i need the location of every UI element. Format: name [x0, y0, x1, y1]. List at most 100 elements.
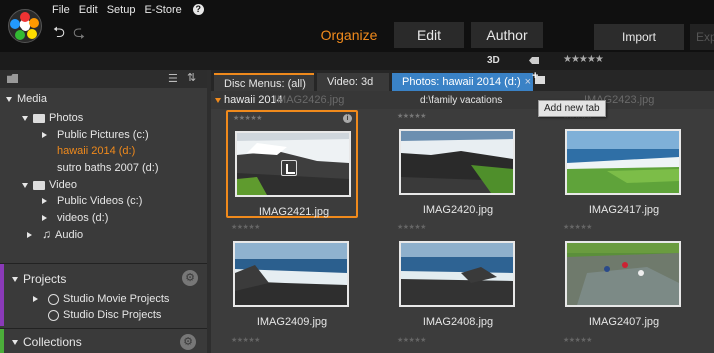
tree-public-pictures[interactable]: Public Pictures (c:) [42, 127, 149, 143]
expand-icon [12, 277, 18, 283]
cliff-photo [235, 243, 347, 305]
photo-thumbnail[interactable] [399, 241, 515, 307]
music-note-icon: ♫ [42, 227, 51, 241]
library-browser: Disc Menus: (all) Video: 3d Photos: hawa… [211, 70, 714, 353]
import-button[interactable]: Import [594, 24, 684, 50]
folder-add-icon[interactable] [7, 74, 18, 83]
expand-icon [22, 115, 28, 121]
location-current[interactable]: hawaii 2014 [215, 94, 283, 106]
app-logo-icon[interactable] [8, 9, 42, 43]
add-tab-button[interactable]: + [532, 70, 546, 86]
menu-estore[interactable]: E-Store [144, 4, 181, 16]
thumbnail-cell[interactable]: ★★★★★ IMAG2417.jpg [558, 110, 690, 218]
menu-file[interactable]: File [52, 4, 70, 16]
collections-settings-icon[interactable]: ⚙ [180, 334, 196, 350]
rating-stars[interactable]: ★★★★★ [563, 336, 592, 344]
library-navigator: ☰ ⇅ Media Photos Public Pictures (c:) ha… [0, 70, 207, 353]
close-tab-icon[interactable]: × [525, 76, 531, 88]
thumbnail-caption: IMAG2408.jpg [422, 316, 494, 328]
projects-stripe [0, 264, 4, 326]
rocks-photo [401, 243, 513, 305]
collections-stripe [0, 329, 4, 353]
collapse-icon [42, 198, 47, 205]
shoreline-photo [567, 131, 679, 193]
menu-setup[interactable]: Setup [107, 4, 136, 16]
tab-video-3d[interactable]: Video: 3d [317, 73, 389, 91]
redo-icon[interactable]: ⮎ [73, 22, 85, 47]
tooltip: Add new tab [538, 100, 606, 117]
tab-author[interactable]: Author [471, 22, 543, 48]
thumbnail-caption: IMAG2417.jpg [588, 204, 660, 216]
photo-thumbnail[interactable] [399, 129, 515, 195]
disc-icon [48, 309, 59, 321]
camera-icon [33, 113, 45, 123]
thumbnail-caption: IMAG2407.jpg [588, 316, 660, 328]
collapse-icon [33, 296, 38, 303]
thumbnail-cell[interactable]: IMAG2408.jpg [392, 222, 524, 330]
tree-movie-projects[interactable]: Studio Movie Projects [33, 291, 169, 307]
tree-photos[interactable]: Photos [22, 110, 83, 126]
tree-audio[interactable]: ♫ Audio [27, 226, 83, 242]
expand-icon [12, 340, 18, 346]
photo-thumbnail[interactable] [565, 241, 681, 307]
tidepool-photo [567, 243, 679, 305]
sort-icon[interactable]: ⇅ [187, 71, 196, 84]
info-icon[interactable]: i [343, 114, 352, 123]
tree-disc-projects[interactable]: Studio Disc Projects [48, 307, 161, 323]
rating-stars[interactable]: ★★★★★ [233, 114, 262, 122]
photo-thumbnail[interactable] [565, 129, 681, 195]
thumbnail-cell[interactable]: IMAG2407.jpg [558, 222, 690, 330]
plus-icon: + [532, 70, 539, 82]
projects-panel: Projects ⚙ Studio Movie Projects Studio … [0, 263, 207, 326]
menu-bar: File Edit Setup E-Store ? [52, 4, 204, 16]
location-bar: hawaii 2014 IMAG2426.jpg d:\family vacat… [211, 91, 714, 109]
expand-icon [22, 182, 28, 188]
export-button[interactable]: Exp [690, 24, 714, 50]
undo-icon[interactable]: ⮌ [53, 22, 65, 47]
help-icon[interactable]: ? [192, 4, 204, 15]
thumbnail-cell[interactable]: ★★★★★ i IMAG2421.jpg [226, 110, 358, 218]
film-reel-icon [48, 293, 59, 305]
projects-settings-icon[interactable]: ⚙ [182, 270, 198, 286]
thumbnail-caption: IMAG2421.jpg [258, 206, 330, 218]
thumbnail-caption: IMAG2420.jpg [422, 204, 494, 216]
edited-badge-icon [281, 160, 297, 176]
menu-edit[interactable]: Edit [79, 4, 98, 16]
thumbnail-cell[interactable]: IMAG2409.jpg [226, 222, 358, 330]
tag-icon[interactable] [529, 57, 539, 64]
tree-media[interactable]: Media [6, 91, 47, 107]
collections-panel: Collections ⚙ [0, 328, 207, 353]
collapse-icon [27, 232, 32, 239]
collapse-icon [42, 215, 47, 222]
thumbnail-caption: IMAG2409.jpg [256, 316, 328, 328]
photo-thumbnail[interactable] [233, 241, 349, 307]
tree-sutro-baths[interactable]: sutro baths 2007 (d:) [57, 160, 159, 176]
collapse-icon [42, 132, 47, 139]
scrolled-caption: IMAG2426.jpg [274, 94, 345, 106]
rating-stars[interactable]: ★★★★★ [231, 336, 260, 344]
collections-header[interactable]: Collections [12, 335, 82, 349]
library-tabs: Disc Menus: (all) Video: 3d Photos: hawa… [211, 70, 714, 91]
tree-hawaii-2014[interactable]: hawaii 2014 (d:) [57, 143, 135, 159]
projects-header[interactable]: Projects [12, 272, 66, 286]
rating-filter[interactable]: ★★★★★ [563, 54, 604, 65]
3d-filter-button[interactable]: 3D [487, 55, 500, 66]
tab-edit[interactable]: Edit [394, 22, 464, 48]
rating-stars[interactable]: ★★★★★ [397, 112, 426, 120]
tab-organize[interactable]: Organize [312, 22, 386, 48]
folder-path: d:\family vacations [420, 95, 503, 106]
tree-video[interactable]: Video [22, 177, 77, 193]
top-bar: File Edit Setup E-Store ? ⮌ ⮎ Organize E… [0, 0, 714, 52]
tree-videos-d[interactable]: videos (d:) [42, 210, 108, 226]
rating-stars[interactable]: ★★★★★ [397, 336, 426, 344]
undo-redo: ⮌ ⮎ [53, 22, 85, 47]
coast-photo [401, 131, 513, 193]
expand-icon [6, 96, 12, 102]
list-view-icon[interactable]: ☰ [168, 72, 178, 85]
tab-photos-hawaii[interactable]: Photos: hawaii 2014 (d:) × [392, 73, 533, 91]
collapse-arrow-icon [215, 97, 221, 103]
tree-public-videos[interactable]: Public Videos (c:) [42, 193, 142, 209]
tab-disc-menus[interactable]: Disc Menus: (all) [214, 73, 314, 91]
video-camera-icon [33, 180, 45, 190]
thumbnail-cell[interactable]: ★★★★★ IMAG2420.jpg [392, 110, 524, 218]
